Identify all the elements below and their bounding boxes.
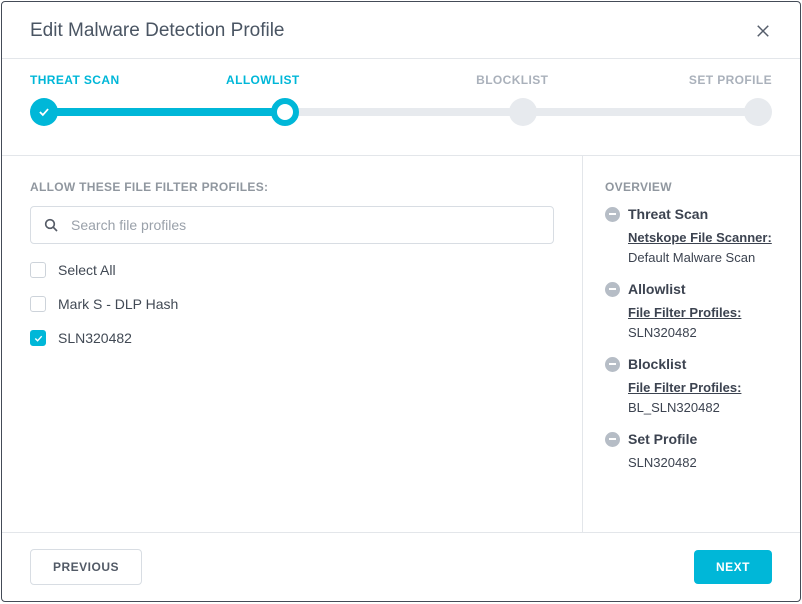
track-fill [44,108,291,116]
check-label: Select All [58,262,116,278]
next-button[interactable]: NEXT [694,550,772,584]
overview-head[interactable]: Threat Scan [605,206,778,222]
overview-threat-scan: Threat Scan Netskope File Scanner: Defau… [605,206,778,267]
close-icon[interactable] [754,22,772,40]
overview-detail: SLN320482 [628,453,778,473]
overview-value: SLN320482 [628,325,697,340]
modal-header: Edit Malware Detection Profile [2,2,800,59]
step-node-3[interactable] [509,98,537,126]
search-box[interactable] [30,206,554,244]
overview-title: Allowlist [628,281,686,297]
check-label: SLN320482 [58,330,132,346]
check-row-mark-s[interactable]: Mark S - DLP Hash [30,296,554,312]
collapse-icon[interactable] [605,432,620,447]
left-pane: ALLOW THESE FILE FILTER PROFILES: Select… [2,156,582,532]
step-label-blocklist[interactable]: BLOCKLIST [476,73,548,87]
overview-value: BL_SLN320482 [628,400,720,415]
step-node-1[interactable] [30,98,58,126]
overview-detail: File Filter Profiles: BL_SLN320482 [628,378,778,417]
modal-footer: PREVIOUS NEXT [2,532,800,601]
step-label-set-profile[interactable]: SET PROFILE [689,73,772,87]
modal-title: Edit Malware Detection Profile [30,20,285,42]
check-row-sln320482[interactable]: SLN320482 [30,330,554,346]
edit-profile-modal: Edit Malware Detection Profile THREAT SC… [1,1,801,602]
check-label: Mark S - DLP Hash [58,296,178,312]
search-icon [43,217,59,233]
step-labels: THREAT SCAN ALLOWLIST BLOCKLIST SET PROF… [30,73,772,87]
overview-head[interactable]: Allowlist [605,281,778,297]
step-node-2[interactable] [271,98,299,126]
overview-title: Blocklist [628,356,686,372]
step-label-threat-scan[interactable]: THREAT SCAN [30,73,120,87]
overview-allowlist: Allowlist File Filter Profiles: SLN32048… [605,281,778,342]
overview-title: Set Profile [628,431,697,447]
overview-blocklist: Blocklist File Filter Profiles: BL_SLN32… [605,356,778,417]
checkbox-mark-s[interactable] [30,296,46,312]
overview-value: SLN320482 [628,455,697,470]
search-input[interactable] [71,217,541,233]
overview-link[interactable]: File Filter Profiles: [628,380,741,395]
overview-heading: OVERVIEW [605,180,778,194]
stepper: THREAT SCAN ALLOWLIST BLOCKLIST SET PROF… [2,59,800,156]
collapse-icon[interactable] [605,357,620,372]
collapse-icon[interactable] [605,207,620,222]
overview-value: Default Malware Scan [628,250,755,265]
check-row-select-all[interactable]: Select All [30,262,554,278]
checkbox-sln320482[interactable] [30,330,46,346]
step-node-4[interactable] [744,98,772,126]
overview-pane: OVERVIEW Threat Scan Netskope File Scann… [582,156,800,532]
overview-link[interactable]: Netskope File Scanner: [628,230,772,245]
step-label-allowlist[interactable]: ALLOWLIST [226,73,300,87]
step-track [30,97,772,127]
modal-body: ALLOW THESE FILE FILTER PROFILES: Select… [2,156,800,532]
overview-set-profile: Set Profile SLN320482 [605,431,778,473]
overview-detail: File Filter Profiles: SLN320482 [628,303,778,342]
left-heading: ALLOW THESE FILE FILTER PROFILES: [30,180,554,194]
previous-button[interactable]: PREVIOUS [30,549,142,585]
overview-detail: Netskope File Scanner: Default Malware S… [628,228,778,267]
collapse-icon[interactable] [605,282,620,297]
overview-head[interactable]: Set Profile [605,431,778,447]
overview-title: Threat Scan [628,206,708,222]
checkbox-select-all[interactable] [30,262,46,278]
overview-link[interactable]: File Filter Profiles: [628,305,741,320]
overview-head[interactable]: Blocklist [605,356,778,372]
